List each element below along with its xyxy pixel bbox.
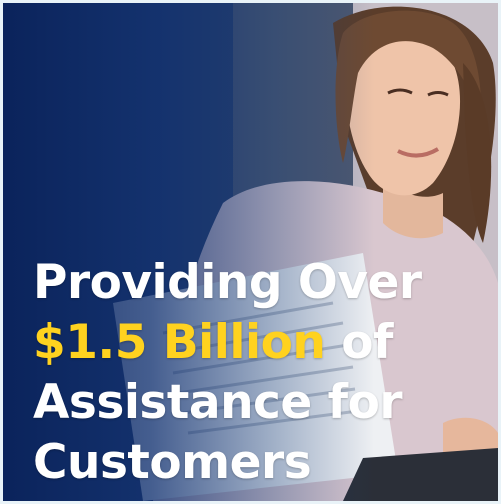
headline-line-4: Customers: [33, 435, 312, 490]
headline-line-3: Assistance for: [33, 375, 403, 430]
promo-banner[interactable]: Providing Over $1.5 Billion of Assistanc…: [0, 0, 501, 504]
banner-headline: Providing Over $1.5 Billion of Assistanc…: [33, 253, 473, 493]
headline-line-1: Providing Over: [33, 255, 422, 310]
headline-line-2-suffix: of: [325, 315, 393, 370]
headline-line-2: $1.5 Billion of: [33, 313, 473, 373]
headline-amount-highlight: $1.5 Billion: [33, 315, 326, 370]
